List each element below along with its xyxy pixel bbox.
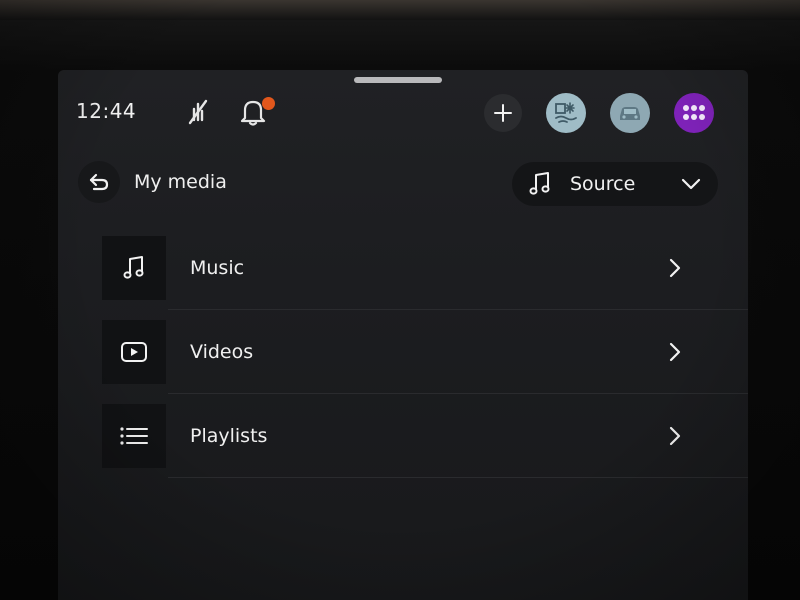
notification-badge bbox=[262, 97, 275, 110]
plus-icon bbox=[494, 104, 512, 122]
infotainment-screen: 12:44 My media Source Music Videos Playl… bbox=[58, 70, 748, 600]
status-bar: 12:44 bbox=[58, 90, 748, 134]
page-title: My media bbox=[134, 171, 227, 193]
chevron-right-icon bbox=[669, 426, 681, 446]
list-icon bbox=[120, 427, 148, 445]
back-arrow-icon bbox=[89, 173, 109, 191]
music-note-icon bbox=[123, 256, 144, 279]
source-label: Source bbox=[570, 173, 636, 195]
music-note-icon bbox=[529, 172, 550, 195]
climate-button[interactable] bbox=[546, 93, 586, 133]
list-item-playlists[interactable]: Playlists bbox=[102, 394, 748, 478]
notifications-bell-icon[interactable] bbox=[236, 96, 275, 128]
apps-button[interactable] bbox=[674, 93, 714, 133]
music-tile bbox=[102, 236, 166, 300]
list-item-label: Videos bbox=[190, 341, 254, 363]
back-button[interactable] bbox=[78, 161, 120, 203]
bezel-edge bbox=[0, 0, 800, 20]
chevron-right-icon bbox=[669, 258, 681, 278]
list-item-label: Playlists bbox=[190, 425, 268, 447]
clock: 12:44 bbox=[76, 99, 137, 123]
list-item-music[interactable]: Music bbox=[102, 226, 748, 310]
climate-icon bbox=[555, 102, 577, 123]
back-navigation[interactable]: My media bbox=[78, 161, 227, 203]
vehicle-button[interactable] bbox=[610, 93, 650, 133]
list-item-label: Music bbox=[190, 257, 245, 279]
media-header: My media Source bbox=[58, 158, 748, 214]
car-icon bbox=[620, 107, 640, 120]
source-dropdown[interactable]: Source bbox=[512, 162, 718, 206]
media-menu-list: Music Videos Playlists bbox=[102, 226, 748, 478]
videos-tile bbox=[102, 320, 166, 384]
add-button[interactable] bbox=[484, 94, 522, 132]
wifi-off-icon[interactable] bbox=[182, 96, 214, 128]
list-item-videos[interactable]: Videos bbox=[102, 310, 748, 394]
chevron-right-icon bbox=[669, 342, 681, 362]
video-play-icon bbox=[121, 342, 147, 362]
apps-grid-icon bbox=[683, 105, 705, 120]
pull-down-handle[interactable] bbox=[354, 77, 442, 83]
chevron-down-icon bbox=[681, 178, 701, 190]
playlists-tile bbox=[102, 404, 166, 468]
